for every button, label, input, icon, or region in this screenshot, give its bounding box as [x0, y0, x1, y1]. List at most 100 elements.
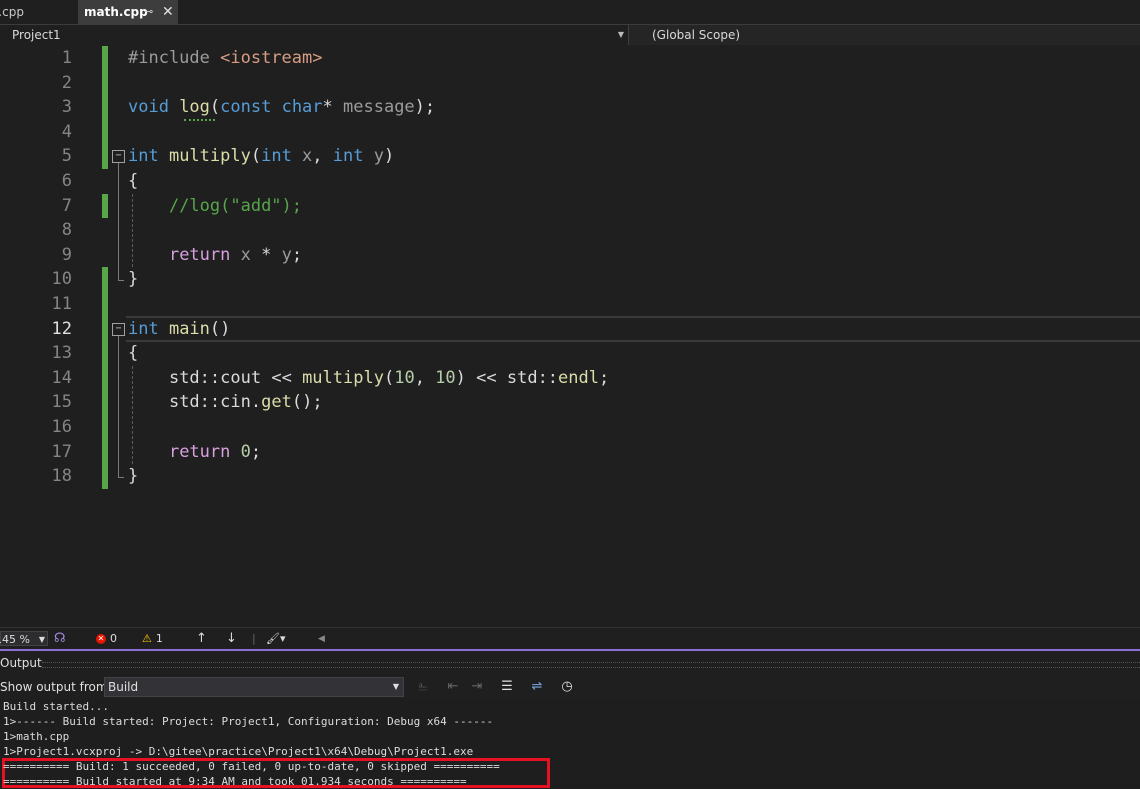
code-token: const	[220, 97, 282, 118]
code-token: int	[261, 146, 303, 167]
close-icon[interactable]: ✕	[162, 0, 174, 24]
collapse-icon[interactable]: −	[112, 322, 125, 336]
code-token: char	[281, 97, 323, 118]
code-line: return 0;	[128, 440, 261, 464]
error-count[interactable]: ✕ 0	[96, 631, 117, 647]
warning-count[interactable]: ⚠ 1	[142, 631, 163, 647]
project-dropdown[interactable]: Project1 ▼	[0, 25, 629, 45]
code-token: *	[322, 97, 344, 118]
code-token: 10	[394, 367, 415, 388]
word-wrap-icon[interactable]: ⇌	[528, 678, 546, 696]
code-token: message	[343, 97, 415, 118]
code-token: (	[250, 146, 262, 167]
code-cleanup-icon[interactable]: 🖌▾	[266, 631, 286, 647]
code-token: ;	[250, 441, 262, 462]
output-text-area[interactable]: Build started... 1>------ Build started: …	[0, 699, 1140, 788]
code-line: {	[128, 169, 138, 193]
code-line: {	[128, 341, 138, 365]
line-number: 4	[61, 121, 72, 142]
line-number: 12	[51, 318, 72, 339]
code-token: {	[128, 171, 139, 191]
line-number: 15	[51, 392, 72, 413]
output-panel-header: Output	[0, 649, 1140, 677]
code-line: int multiply(int x, int y)	[128, 144, 394, 168]
warning-squiggle	[184, 116, 215, 122]
code-token: ();	[291, 392, 323, 413]
tab-label: log.cpp	[0, 5, 24, 19]
change-indicator	[102, 193, 108, 219]
code-token: void	[128, 97, 180, 118]
code-token: {	[128, 343, 139, 364]
warning-count-value: 1	[155, 632, 163, 645]
code-token: 0	[240, 441, 251, 462]
output-source-select[interactable]: Build ▼	[104, 677, 404, 697]
code-token: ::	[537, 367, 559, 388]
collapse-icon[interactable]: −	[112, 150, 125, 164]
editor-status-bar: 145 %▼ ☊ ✕0 ⚠1 ↑ ↓ | 🖌▾ ◀	[0, 627, 1140, 650]
zoom-dropdown[interactable]: 145 % ▼	[0, 631, 48, 646]
line-number: 16	[51, 417, 72, 437]
output-line: Build started...	[3, 700, 109, 713]
drag-grip[interactable]	[42, 662, 1140, 668]
code-token: y	[373, 146, 384, 167]
code-token: std	[506, 367, 538, 388]
code-token: x	[302, 146, 313, 167]
scroll-left-icon[interactable]: ◀	[318, 631, 325, 647]
code-token: ()	[209, 318, 231, 339]
copilot-icon[interactable]: ☊	[54, 631, 66, 647]
fold-end	[118, 280, 124, 282]
output-line: 1>math.cpp	[3, 730, 70, 743]
tab-math-cpp[interactable]: math.cpp ⊸ ✕	[78, 0, 178, 24]
code-token: cin	[220, 392, 251, 413]
project-name: Project1	[12, 28, 61, 42]
code-token: <<	[261, 367, 303, 388]
tab-label: math.cpp	[84, 5, 148, 19]
navigation-bar: Project1 ▼ (Global Scope)	[0, 25, 1140, 46]
code-token: 10	[435, 367, 456, 388]
next-issue-icon[interactable]: ↓	[226, 631, 237, 647]
code-token: ::	[199, 392, 221, 413]
next-message-icon[interactable]: ⇥	[468, 678, 486, 696]
output-line: ========== Build started at 9:34 AM and …	[3, 775, 467, 788]
clear-all-icon[interactable]: ☰	[498, 678, 516, 696]
line-number: 8	[61, 220, 72, 241]
goto-location-icon[interactable]: ⎁	[414, 678, 432, 696]
previous-message-icon[interactable]: ⇤	[444, 678, 462, 696]
change-indicator	[102, 267, 108, 489]
code-token: int	[128, 146, 169, 167]
chevron-down-icon: ▼	[617, 30, 624, 39]
pin-icon[interactable]: ⊸	[144, 0, 153, 24]
output-line: 1>------ Build started: Project: Project…	[3, 715, 494, 728]
code-token: return	[168, 244, 241, 265]
scope-dropdown[interactable]: (Global Scope)	[630, 25, 1140, 45]
line-number: 7	[61, 195, 72, 216]
code-token: }	[128, 466, 139, 487]
code-token: log	[179, 97, 210, 118]
code-token: (	[383, 367, 395, 388]
code-token: (	[209, 97, 221, 118]
output-title: Output	[0, 656, 42, 670]
line-number: 1	[61, 48, 72, 68]
timestamp-icon[interactable]: ◷	[558, 678, 576, 696]
line-number: 9	[61, 244, 72, 265]
code-token: int	[332, 146, 374, 167]
output-line: 1>Project1.vcxproj -> D:\gitee\practice\…	[3, 745, 474, 758]
code-line: std::cin.get();	[128, 390, 323, 414]
code-line: #include <iostream>	[128, 46, 322, 70]
code-token: #include	[128, 48, 221, 68]
code-editor[interactable]: 1 #include <iostream> 2 3 void log(const cha…	[0, 45, 1140, 627]
indent-guide	[132, 365, 133, 465]
error-icon: ✕	[96, 634, 106, 644]
scope-name: (Global Scope)	[652, 28, 741, 42]
code-token: }	[128, 269, 139, 290]
zoom-level: 145 %	[0, 633, 30, 646]
previous-issue-icon[interactable]: ↑	[196, 631, 207, 647]
line-number: 13	[51, 343, 72, 364]
code-token: std	[168, 367, 200, 388]
line-number: 17	[51, 441, 72, 462]
code-token: multiply	[302, 367, 384, 388]
code-token: //log("add");	[168, 195, 303, 216]
tab-log-cpp[interactable]: log.cpp	[0, 0, 74, 24]
